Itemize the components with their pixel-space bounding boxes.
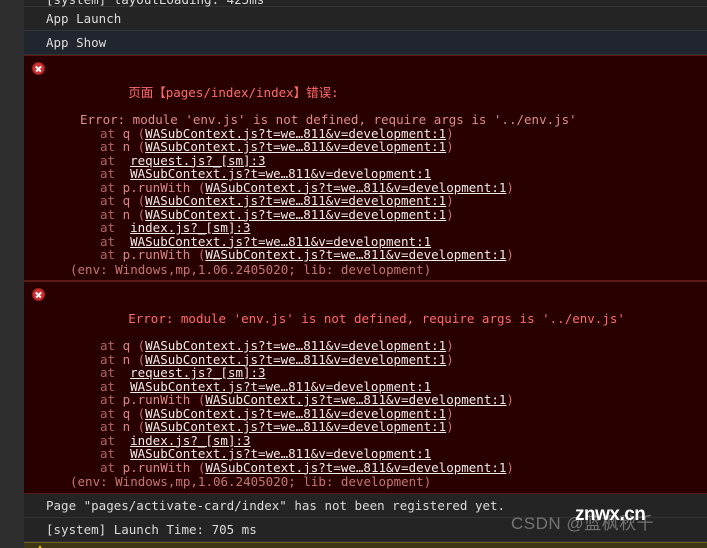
error-header-text: 页面【pages/index/index】错误: <box>128 85 339 100</box>
stack-frame-close-paren: ) <box>446 206 454 222</box>
stack-frame-close-paren: ) <box>446 139 454 154</box>
error-header-text: Error: module 'env.js' is not defined, r… <box>128 311 625 326</box>
console-left-gutter <box>0 0 24 548</box>
stack-frame: at request.js?_[sm]:3 <box>24 366 707 380</box>
stack-frame: at n (WASubContext.js?t=we…811&v=develop… <box>24 208 707 222</box>
stack-frame: at WASubContext.js?t=we…811&v=developmen… <box>24 380 707 394</box>
stack-frame: at q (WASubContext.js?t=we…811&v=develop… <box>24 339 707 353</box>
stack-frame-close-paren: ) <box>446 351 454 367</box>
stack-frame: at p.runWith (WASubContext.js?t=we…811&v… <box>24 461 707 475</box>
warning-row-dev-server[interactable]: There are now http://127.0.0.1:40577/ ..… <box>0 541 707 548</box>
stack-frame-source-link[interactable]: WASubContext.js?t=we…811&v=development:1 <box>205 247 506 262</box>
error-row-page-index[interactable]: 页面【pages/index/index】错误: Error: module '… <box>0 55 707 281</box>
stack-frame: at p.runWith (WASubContext.js?t=we…811&v… <box>24 393 707 407</box>
log-text: Page "pages/activate-card/index" has not… <box>46 497 506 513</box>
log-row-page-not-registered[interactable]: Page "pages/activate-card/index" has not… <box>0 493 707 518</box>
log-text: [system] layoutLoading: 425ms <box>24 0 707 7</box>
stack-frame: at n (WASubContext.js?t=we…811&v=develop… <box>24 353 707 367</box>
error-env-line: (env: Windows,mp,1.06.2405020; lib: deve… <box>70 474 432 489</box>
stack-frame: at WASubContext.js?t=we…811&v=developmen… <box>24 167 707 181</box>
error-row-module-env[interactable]: Error: module 'env.js' is not defined, r… <box>0 281 707 494</box>
stack-frame: at q (WASubContext.js?t=we…811&v=develop… <box>24 127 707 141</box>
stack-frame: at p.runWith (WASubContext.js?t=we…811&v… <box>24 181 707 195</box>
stack-frame-open-paren: ( <box>190 459 206 475</box>
log-row-app-launch[interactable]: App Launch <box>0 7 707 31</box>
stack-frame-close-paren: ) <box>506 247 514 262</box>
log-text: App Launch <box>46 11 122 26</box>
stack-frame-open-paren: ( <box>190 247 206 262</box>
stack-frame: at WASubContext.js?t=we…811&v=developmen… <box>24 235 707 249</box>
log-row-launch-time[interactable]: [system] Launch Time: 705 ms <box>0 517 707 542</box>
log-row-app-show[interactable]: App Show <box>0 31 707 55</box>
stack-frame-source-link[interactable]: WASubContext.js?t=we…811&v=development:1 <box>205 460 506 475</box>
console-log-list: [system] layoutLoading: 425ms App Launch… <box>0 0 707 548</box>
stack-frame-close-paren: ) <box>506 392 514 407</box>
error-circle-icon <box>32 62 45 75</box>
log-text: [system] Launch Time: 705 ms <box>46 521 257 537</box>
stack-frame-at: at <box>100 459 123 475</box>
stack-frame-close-paren: ) <box>506 459 514 475</box>
stack-frame-close-paren: ) <box>506 179 514 195</box>
stack-frame: at index.js?_[sm]:3 <box>24 434 707 448</box>
warning-line: There are now http://127.0.0.1:40577/ ..… <box>24 543 707 548</box>
warning-triangle-icon <box>34 544 46 548</box>
stack-frame: at n (WASubContext.js?t=we…811&v=develop… <box>24 140 707 154</box>
error-stack-list: at q (WASubContext.js?t=we…811&v=develop… <box>24 339 707 474</box>
stack-frame-at: at <box>100 247 123 262</box>
log-row-system-layout[interactable]: [system] layoutLoading: 425ms <box>0 0 707 7</box>
stack-frame: at WASubContext.js?t=we…811&v=developmen… <box>24 447 707 461</box>
stack-frame: at request.js?_[sm]:3 <box>24 154 707 168</box>
stack-frame-function: p.runWith <box>122 247 191 262</box>
error-stack-list: at q (WASubContext.js?t=we…811&v=develop… <box>24 127 707 262</box>
stack-frame: at q (WASubContext.js?t=we…811&v=develop… <box>24 407 707 421</box>
stack-frame: at q (WASubContext.js?t=we…811&v=develop… <box>24 194 707 208</box>
stack-frame: at index.js?_[sm]:3 <box>24 221 707 235</box>
stack-frame-close-paren: ) <box>446 419 454 434</box>
console-panel: [system] layoutLoading: 425ms App Launch… <box>0 0 707 548</box>
stack-frame-function: p.runWith <box>122 459 191 475</box>
error-env-line: (env: Windows,mp,1.06.2405020; lib: deve… <box>70 261 432 277</box>
log-text: App Show <box>46 35 107 50</box>
error-header: 页面【pages/index/index】错误: <box>24 60 707 113</box>
error-message: Error: module 'env.js' is not defined, r… <box>80 112 577 127</box>
error-header: Error: module 'env.js' is not defined, r… <box>24 286 707 339</box>
error-circle-icon <box>32 288 45 301</box>
stack-frame: at p.runWith (WASubContext.js?t=we…811&v… <box>24 248 707 262</box>
stack-frame: at n (WASubContext.js?t=we…811&v=develop… <box>24 420 707 434</box>
